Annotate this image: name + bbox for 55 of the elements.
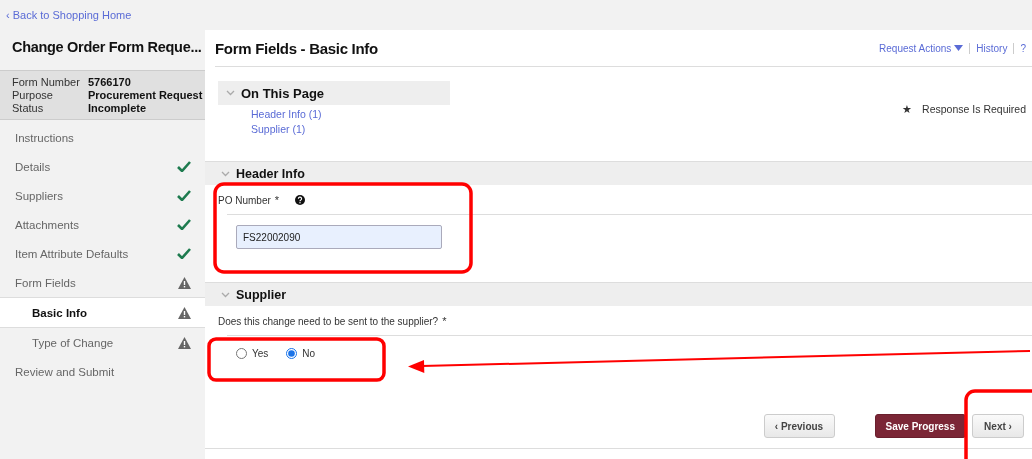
on-this-page-header[interactable]: On This Page bbox=[218, 81, 450, 105]
section-link[interactable]: Supplier (1) bbox=[251, 123, 306, 135]
header-link[interactable]: Request Actions bbox=[873, 42, 970, 54]
check-icon bbox=[177, 161, 191, 172]
back-link[interactable]: ‹ Back to Shopping Home bbox=[6, 9, 132, 21]
section-header[interactable]: Header Info bbox=[205, 161, 1032, 185]
required-note: Response Is Required bbox=[922, 103, 1026, 115]
warning-icon bbox=[178, 276, 191, 289]
next-button[interactable]: Next › bbox=[972, 414, 1024, 438]
info-label: Purpose bbox=[12, 89, 54, 101]
field-label: Does this change need to be sent to the supplier? bbox=[218, 315, 439, 327]
radio-button[interactable] bbox=[236, 348, 247, 359]
header-link[interactable]: History bbox=[969, 42, 1014, 54]
save-progress-button[interactable]: Save Progress bbox=[874, 414, 966, 438]
required-mark: * bbox=[274, 194, 280, 206]
radio-label[interactable]: No bbox=[302, 348, 316, 359]
nav-item[interactable]: Review and Submit bbox=[0, 357, 205, 386]
page-title: Form Fields - Basic Info bbox=[215, 39, 378, 57]
help-icon[interactable] bbox=[295, 195, 306, 205]
required-mark: * bbox=[442, 315, 447, 327]
chevron-icon[interactable] bbox=[226, 90, 235, 96]
info-value: Incomplete bbox=[88, 102, 148, 114]
chevron-icon[interactable] bbox=[221, 170, 230, 177]
nav-item[interactable]: Details bbox=[0, 152, 205, 181]
annotation-box bbox=[964, 389, 1032, 459]
nav-item[interactable]: Form Fields bbox=[0, 268, 205, 297]
form-title: Change Order Form Reque... bbox=[11, 38, 203, 57]
radio-button[interactable] bbox=[286, 348, 298, 359]
check-icon bbox=[177, 219, 191, 230]
field-label: PO Number bbox=[218, 194, 271, 206]
nav-item[interactable]: Type of Change bbox=[0, 328, 205, 357]
section-title: Supplier bbox=[236, 287, 286, 302]
header-link[interactable]: ? bbox=[1013, 42, 1032, 54]
info-label: Form Number bbox=[12, 76, 81, 88]
radio-label[interactable]: Yes bbox=[252, 348, 269, 359]
previous-button[interactable]: ‹ Previous bbox=[763, 414, 835, 438]
nav-item[interactable]: Instructions bbox=[0, 123, 205, 152]
nav-item[interactable]: Item Attribute Defaults bbox=[0, 239, 205, 268]
warning-icon bbox=[178, 306, 191, 319]
on-this-page-title: On This Page bbox=[241, 85, 325, 101]
section-title: Header Info bbox=[236, 166, 305, 181]
nav-item[interactable]: Basic Info bbox=[0, 297, 205, 328]
info-label: Status bbox=[12, 102, 45, 114]
info-value: Procurement Request bbox=[88, 89, 203, 101]
check-icon bbox=[177, 190, 191, 201]
nav-item[interactable]: Attachments bbox=[0, 210, 205, 239]
po-number-field[interactable]: FS22002090 bbox=[236, 225, 442, 249]
warning-icon bbox=[178, 336, 191, 349]
section-link[interactable]: Header Info (1) bbox=[251, 108, 322, 120]
section-header[interactable]: Supplier bbox=[205, 282, 1032, 306]
required-indicator: ★ bbox=[902, 103, 913, 115]
info-value: 5766170 bbox=[88, 76, 132, 88]
check-icon bbox=[177, 248, 191, 259]
nav-item[interactable]: Suppliers bbox=[0, 181, 205, 210]
chevron-icon[interactable] bbox=[221, 291, 230, 298]
